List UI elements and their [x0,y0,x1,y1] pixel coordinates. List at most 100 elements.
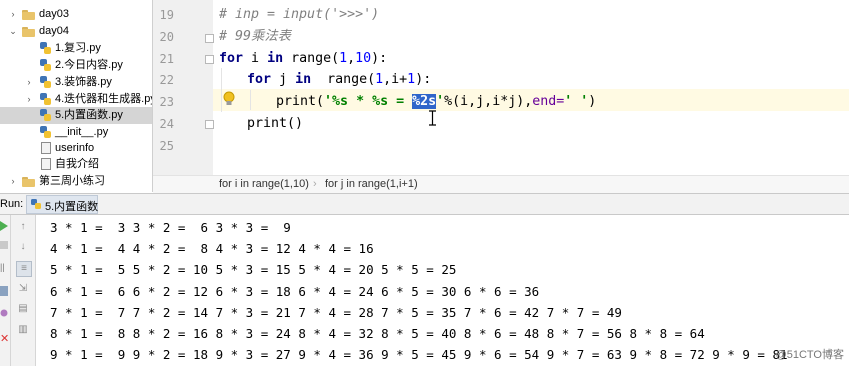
tree-item-day04[interactable]: ⌄ day04 [0,23,152,40]
selected-text[interactable]: %2s [412,94,437,109]
expand-arrow-icon[interactable]: › [24,91,34,108]
fold-marker-icon[interactable] [205,34,214,43]
code-text: ) [588,94,597,109]
code-text: range( [311,72,376,87]
python-file-icon [40,76,51,88]
code-number: 1 [407,72,416,87]
close-icon[interactable]: ✕ [0,332,9,345]
collapse-arrow-icon[interactable]: ⌄ [8,23,18,40]
rerun-icon[interactable] [0,221,8,231]
folder-icon [22,27,35,37]
tree-item-label: __init__.py [55,126,109,138]
expand-arrow-icon[interactable]: › [8,173,18,190]
print-icon[interactable]: ▤ [16,302,30,316]
line-number: 24 [159,117,174,131]
python-file-icon [40,126,51,138]
text-file-icon [41,142,51,154]
run-label: Run: [0,198,24,210]
folder-icon [22,177,35,187]
tree-item-label: 5.内置函数.py [55,109,123,121]
line-number: 22 [159,73,174,87]
scroll-down-icon[interactable]: ↓ [16,240,30,254]
run-tab[interactable]: 5.内置函数 [26,195,98,214]
python-file-icon [40,109,51,121]
code-text: range( [283,51,340,66]
code-line-19: # inp = input('>>>') [219,6,379,24]
breadcrumb: for i in range(1,10) › for j in range(1,… [153,175,849,194]
line-number: 25 [159,139,174,153]
code-number: 10 [355,51,372,66]
tree-item-file[interactable]: 1.复习.py [0,40,152,57]
tree-item-label: 自我介绍 [55,158,99,170]
lightbulb-icon[interactable] [223,91,235,107]
code-line-21: for i in range(1,10): [219,50,387,68]
breadcrumb-separator: › [313,178,317,190]
scroll-up-icon[interactable]: ↑ [16,220,30,234]
line-number: 21 [159,52,174,66]
tree-item-file[interactable]: userinfo [0,140,152,157]
python-file-icon [40,42,51,54]
code-number: 1 [375,72,384,87]
code-string: ' ' [564,94,589,109]
code-keyword: in [267,51,284,66]
code-text: ,i+ [383,72,408,87]
code-keyword: in [295,72,312,87]
console-line: 4 * 1 = 4 4 * 2 = 8 4 * 3 = 12 4 * 4 = 1… [50,241,374,256]
console-line: 5 * 1 = 5 5 * 2 = 10 5 * 3 = 15 5 * 4 = … [50,262,457,277]
tree-item-file[interactable]: 自我介绍 [0,156,152,173]
console-line: 3 * 1 = 3 3 * 2 = 6 3 * 3 = 9 [50,220,291,235]
code-text: print() [247,116,304,131]
tree-item-day03[interactable]: › day03 [0,6,152,23]
code-text: print( [276,94,325,109]
stop-icon[interactable] [0,241,8,249]
indent-guide [250,90,251,110]
code-line-23: print('%s * %s = %2s'%(i,j,i*j),end=' ') [276,93,596,111]
breadcrumb-item[interactable]: for j in range(1,i+1) [325,178,418,190]
watermark: @51CTO博客 [775,349,844,361]
tree-item-file[interactable]: __init__.py [0,124,152,141]
pause-icon[interactable]: || [0,262,5,272]
expand-arrow-icon[interactable]: › [8,6,18,23]
code-text: ): [415,72,432,87]
tree-item-file[interactable]: 2.今日内容.py [0,57,152,74]
code-text: , [347,51,356,66]
python-file-icon [40,93,51,105]
text-file-icon [41,158,51,170]
tree-item-folder[interactable]: › 第三周小练习 [0,173,152,190]
pin-icon[interactable] [0,286,8,296]
run-toolwindow-header: Run: [0,193,849,215]
fold-marker-icon[interactable] [205,120,214,129]
project-tree[interactable]: › day03 ⌄ day04 1.复习.py 2.今日内容.py › 3.装饰… [0,0,152,192]
code-comment: # 99乘法表 [219,29,291,44]
line-number: 23 [159,95,174,109]
code-text: i [243,51,268,66]
line-number: 20 [159,30,174,44]
run-tab-label: 5.内置函数 [45,201,99,213]
scroll-to-end-icon[interactable]: ⇲ [16,282,30,296]
text-cursor-icon [429,110,436,126]
code-keyword: for [247,72,272,87]
fold-marker-icon[interactable] [205,55,214,64]
code-string: ' [436,94,445,109]
tree-item-file-selected[interactable]: 5.内置函数.py [0,107,152,124]
python-file-icon [40,59,51,71]
tree-item-label: 第三周小练习 [39,175,105,187]
tree-item-file[interactable]: › 4.迭代器和生成器.py [0,91,152,108]
settings-icon[interactable] [0,308,8,318]
folder-icon [22,10,35,20]
code-keyword: for [219,51,244,66]
python-run-icon [31,199,41,209]
tree-item-label: 1.复习.py [55,42,101,54]
soft-wrap-icon[interactable]: ≡ [16,261,32,277]
tree-item-file[interactable]: › 3.装饰器.py [0,74,152,91]
console-line: 7 * 1 = 7 7 * 2 = 14 7 * 3 = 21 7 * 4 = … [50,305,622,320]
code-line-20: # 99乘法表 [219,28,291,46]
tree-item-label: day03 [39,8,69,20]
expand-arrow-icon[interactable]: › [24,74,34,91]
line-number: 19 [159,8,174,22]
code-line-24: print() [247,115,303,133]
console-line: 9 * 1 = 9 9 * 2 = 18 9 * 3 = 27 9 * 4 = … [50,347,788,362]
tree-item-label: 2.今日内容.py [55,59,123,71]
breadcrumb-item[interactable]: for i in range(1,10) [219,178,309,190]
clear-all-icon[interactable]: ▥ [16,323,30,337]
